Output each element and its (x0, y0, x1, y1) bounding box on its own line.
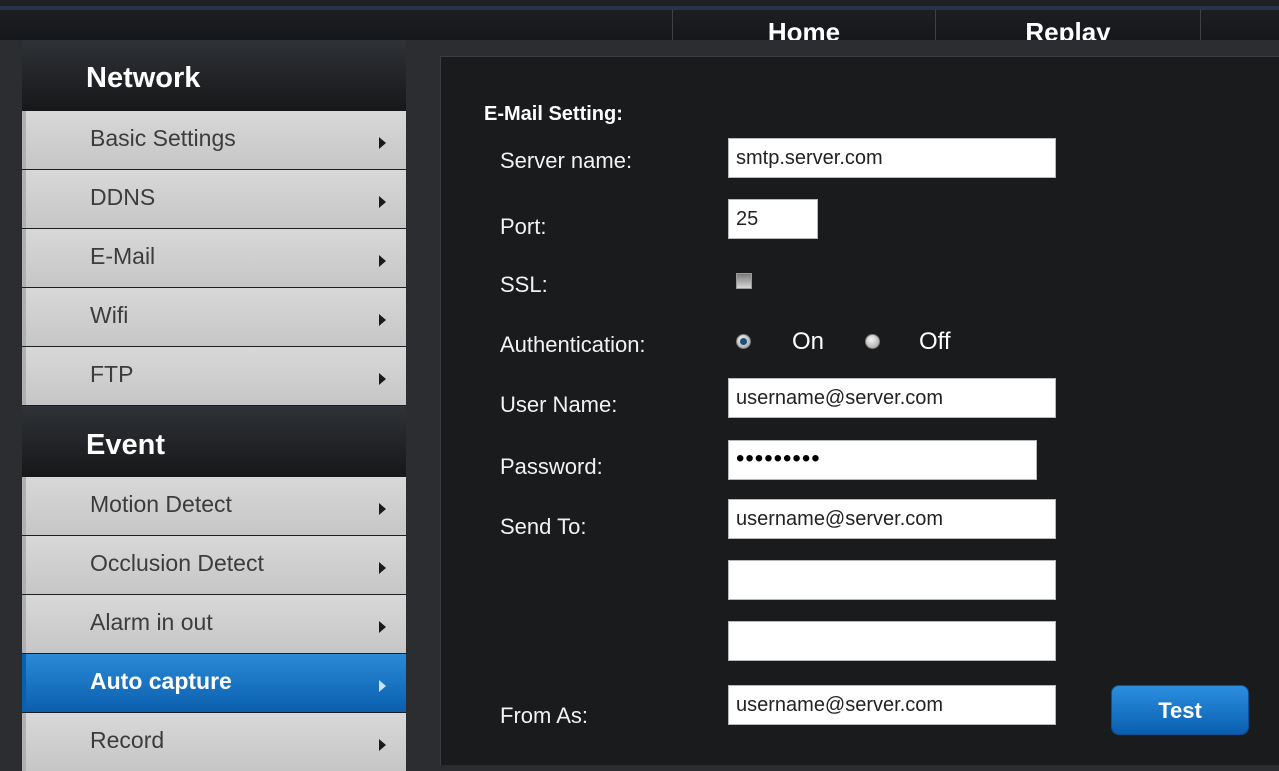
chevron-right-icon (379, 137, 386, 149)
sidebar-item-record[interactable]: Record (22, 713, 406, 771)
sidebar-item-label: E-Mail (90, 243, 156, 269)
sidebar-item-ddns[interactable]: DDNS (22, 170, 406, 228)
sidebar-item-label: Record (90, 727, 165, 753)
auth-off-radio[interactable] (865, 334, 880, 349)
sidebar-item-wifi[interactable]: Wifi (22, 288, 406, 346)
sidebar-item-label: Motion Detect (90, 491, 232, 517)
email-settings-form: E-Mail Setting: Server name: smtp.server… (441, 57, 1279, 765)
chevron-right-icon (379, 562, 386, 574)
sidebar-section-event: Event (22, 406, 406, 477)
chevron-right-icon (379, 739, 386, 751)
from-as-input[interactable]: username@server.com (728, 685, 1056, 725)
send-to-label: Send To: (500, 514, 587, 539)
user-name-input[interactable]: username@server.com (728, 378, 1056, 418)
sidebar-item-label: Basic Settings (90, 125, 236, 151)
sidebar: Network Basic Settings DDNS E-Mail Wifi … (22, 40, 406, 771)
tab-home[interactable]: Home (672, 10, 935, 40)
ssl-label: SSL: (500, 272, 548, 297)
port-input[interactable]: 25 (728, 199, 818, 239)
sidebar-item-auto-capture[interactable]: Auto capture (22, 654, 406, 712)
chevron-right-icon (379, 503, 386, 515)
chevron-right-icon (379, 255, 386, 267)
sidebar-item-label: Alarm in out (90, 609, 213, 635)
top-nav-spacer (1200, 10, 1279, 40)
test-button[interactable]: Test (1111, 685, 1249, 735)
auth-on-radio[interactable] (736, 334, 751, 349)
user-name-label: User Name: (500, 392, 618, 417)
ssl-checkbox[interactable] (736, 273, 752, 289)
sidebar-item-label: FTP (90, 361, 134, 387)
chevron-right-icon (379, 373, 386, 385)
auth-off-label: Off (919, 328, 951, 355)
send-to-input-1[interactable]: username@server.com (728, 499, 1056, 539)
send-to-input-2[interactable] (728, 560, 1056, 600)
chevron-right-icon (379, 621, 386, 633)
port-label: Port: (500, 214, 547, 239)
sidebar-item-label: Wifi (90, 302, 129, 328)
sidebar-item-label: Occlusion Detect (90, 550, 264, 576)
auth-on-label: On (792, 328, 825, 355)
sidebar-section-network: Network (22, 40, 406, 111)
sidebar-item-label: Auto capture (90, 668, 232, 694)
send-to-input-3[interactable] (728, 621, 1056, 661)
form-title: E-Mail Setting: (484, 103, 623, 125)
authentication-label: Authentication: (500, 332, 646, 357)
password-label: Password: (500, 454, 603, 479)
sidebar-item-label: DDNS (90, 184, 156, 210)
top-nav: Home Replay (672, 10, 1279, 40)
password-input[interactable]: ••••••••• (728, 440, 1037, 480)
server-name-input[interactable]: smtp.server.com (728, 138, 1056, 178)
main-panel: E-Mail Setting: Server name: smtp.server… (440, 56, 1279, 765)
sidebar-item-occlusion-detect[interactable]: Occlusion Detect (22, 536, 406, 594)
top-bar: Home Replay (0, 0, 1279, 40)
server-name-label: Server name: (500, 148, 633, 173)
sidebar-item-basic-settings[interactable]: Basic Settings (22, 111, 406, 169)
from-as-label: From As: (500, 703, 589, 728)
sidebar-item-ftp[interactable]: FTP (22, 347, 406, 405)
chevron-right-icon (379, 680, 386, 692)
tab-replay[interactable]: Replay (935, 10, 1200, 40)
chevron-right-icon (379, 314, 386, 326)
sidebar-item-motion-detect[interactable]: Motion Detect (22, 477, 406, 535)
sidebar-item-email[interactable]: E-Mail (22, 229, 406, 287)
chevron-right-icon (379, 196, 386, 208)
sidebar-item-alarm-in-out[interactable]: Alarm in out (22, 595, 406, 653)
